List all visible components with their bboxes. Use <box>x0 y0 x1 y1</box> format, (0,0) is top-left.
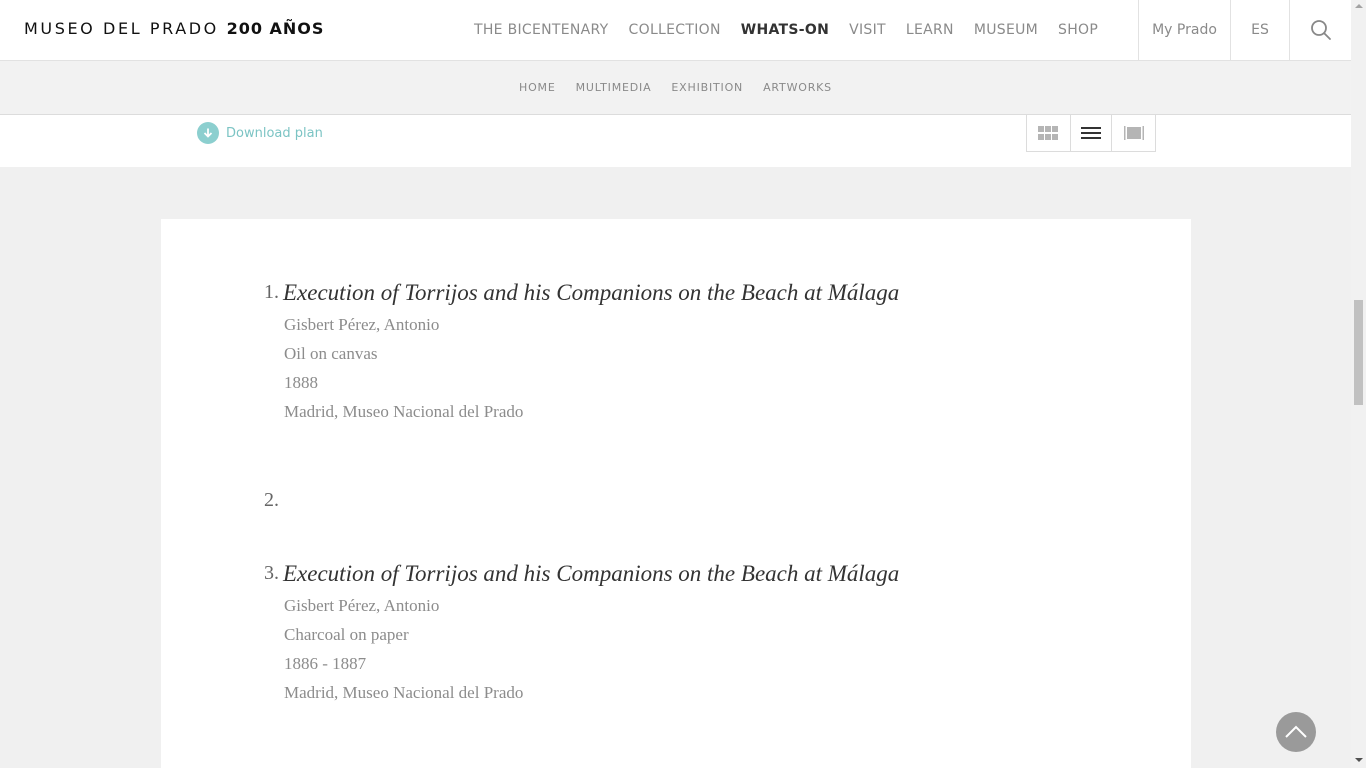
chevron-up-icon <box>1285 725 1307 738</box>
sub-nav: HOME MULTIMEDIA EXHIBITION ARTWORKS <box>0 61 1351 115</box>
view-toggle <box>1026 115 1156 152</box>
nav-item-whats-on[interactable]: WHATS-ON <box>741 22 829 38</box>
subnav-item-artworks[interactable]: ARTWORKS <box>763 81 832 94</box>
scrollbar-thumb[interactable] <box>1354 300 1363 405</box>
nav-item-shop[interactable]: SHOP <box>1058 22 1098 38</box>
grid-view-button[interactable] <box>1027 115 1070 151</box>
back-to-top-button[interactable] <box>1276 712 1316 752</box>
artwork-number: 1. <box>264 281 279 303</box>
artwork-number: 3. <box>264 562 279 584</box>
nav-item-collection[interactable]: COLLECTION <box>629 22 721 38</box>
download-arrow-icon <box>197 122 219 144</box>
artwork-location: Madrid, Museo Nacional del Prado <box>284 683 524 702</box>
list-view-icon <box>1080 127 1101 139</box>
artwork-artist: Gisbert Pérez, Antonio <box>284 596 440 615</box>
artworks-list: 1. Execution of Torrijos and his Compani… <box>161 219 1191 768</box>
search-icon <box>1310 20 1331 40</box>
language-switch[interactable]: ES <box>1230 0 1289 60</box>
artwork-number: 2. <box>264 489 279 511</box>
scroll-down-arrow-icon[interactable] <box>1355 758 1363 762</box>
header-utilities: My Prado ES <box>1138 0 1351 60</box>
nav-item-learn[interactable]: LEARN <box>906 22 954 38</box>
my-prado-link[interactable]: My Prado <box>1138 0 1230 60</box>
artwork-date: 1888 <box>284 373 318 392</box>
main-nav: THE BICENTENARY COLLECTION WHATS-ON VISI… <box>474 0 1118 60</box>
single-view-icon <box>1123 126 1144 140</box>
artwork-technique: Oil on canvas <box>284 344 378 363</box>
artwork-artist: Gisbert Pérez, Antonio <box>284 315 440 334</box>
download-plan-link[interactable]: Download plan <box>197 122 323 144</box>
site-logo[interactable]: MUSEO DEL PRADO 200 AÑOS <box>24 19 324 38</box>
search-button[interactable] <box>1289 0 1351 60</box>
single-view-button[interactable] <box>1112 115 1155 151</box>
subnav-item-multimedia[interactable]: MULTIMEDIA <box>576 81 652 94</box>
download-plan-label: Download plan <box>226 125 323 141</box>
artworks-toolbar: Download plan <box>0 115 1351 167</box>
artwork-location: Madrid, Museo Nacional del Prado <box>284 402 524 421</box>
grid-view-icon <box>1038 126 1059 140</box>
nav-item-bicentenary[interactable]: THE BICENTENARY <box>474 22 609 38</box>
artwork-title[interactable]: Execution of Torrijos and his Companions… <box>283 561 899 587</box>
scroll-up-arrow-icon[interactable] <box>1355 4 1363 8</box>
nav-item-museum[interactable]: MUSEUM <box>974 22 1038 38</box>
artwork-title[interactable]: Execution of Torrijos and his Companions… <box>283 280 899 306</box>
logo-bold-text: 200 AÑOS <box>226 19 325 38</box>
logo-text: MUSEO DEL PRADO <box>24 19 219 38</box>
artwork-technique: Charcoal on paper <box>284 625 409 644</box>
artwork-date: 1886 - 1887 <box>284 654 367 673</box>
nav-item-visit[interactable]: VISIT <box>849 22 886 38</box>
subnav-item-home[interactable]: HOME <box>519 81 556 94</box>
list-view-button[interactable] <box>1069 115 1113 151</box>
site-header: MUSEO DEL PRADO 200 AÑOS THE BICENTENARY… <box>0 0 1351 61</box>
page-scrollbar[interactable] <box>1351 0 1366 768</box>
subnav-item-exhibition[interactable]: EXHIBITION <box>671 81 743 94</box>
